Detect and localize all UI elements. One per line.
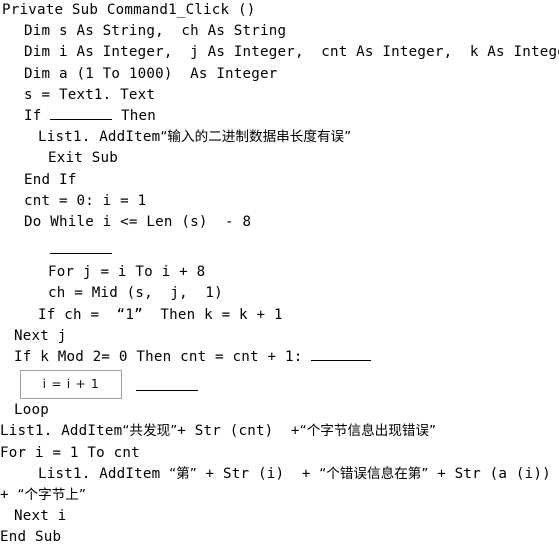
detail-string-2: “个错误信息在第” bbox=[319, 465, 429, 482]
additem-call: List1. AddItem bbox=[38, 129, 161, 146]
code-line-20: List1. AddItem“共发现”+ Str (cnt) +“个字节信息出现… bbox=[0, 421, 559, 442]
detail-string-1: “第” bbox=[169, 465, 197, 482]
code-line-12-blank bbox=[0, 241, 559, 262]
detail-concat-3: + bbox=[0, 486, 18, 503]
code-line-18-answer-row: i = i + 1 bbox=[0, 368, 559, 400]
answer-box-increment[interactable]: i = i + 1 bbox=[20, 369, 122, 399]
code-line-24: Next i bbox=[14, 508, 67, 525]
code-line-1: Private Sub Command1_Click () bbox=[2, 2, 256, 18]
additem-call-detail: List1. AddItem bbox=[38, 465, 170, 482]
code-line-6: If Then bbox=[0, 106, 559, 127]
code-line-19: Loop bbox=[14, 402, 49, 419]
code-line-10: cnt = 0: i = 1 bbox=[24, 192, 147, 209]
code-line-23: + “个字节上” bbox=[0, 485, 559, 506]
code-line-2: Dim s As String, ch As String bbox=[24, 23, 287, 40]
code-line-9: End If bbox=[24, 171, 77, 188]
code-line-3: Dim i As Integer, j As Integer, cnt As I… bbox=[24, 44, 559, 61]
code-line-21: For i = 1 To cnt bbox=[0, 444, 140, 461]
code-listing: Private Sub Command1_Click () Dim s As S… bbox=[0, 0, 559, 545]
code-line-25: End Sub bbox=[0, 529, 62, 546]
code-line-11: Do While i <= Len (s) - 8 bbox=[24, 213, 252, 230]
code-line-13: For j = i To i + 8 bbox=[48, 264, 206, 281]
code-line-22: List1. AddItem “第” + Str (i) + “个错误信息在第”… bbox=[0, 464, 559, 485]
code-line-16: Next j bbox=[14, 327, 67, 344]
blank-after-answer-box[interactable] bbox=[136, 389, 198, 391]
code-line-8: Exit Sub bbox=[48, 150, 118, 167]
code-line-14: ch = Mid (s, j, 1) bbox=[48, 285, 223, 302]
blank-increment[interactable] bbox=[311, 348, 372, 361]
code-line-7: List1. AddItem“输入的二进制数据串长度有误” bbox=[0, 127, 559, 148]
blank-loop-body[interactable] bbox=[50, 242, 112, 255]
error-message-string: “输入的二进制数据串长度有误” bbox=[160, 129, 352, 146]
detail-concat-2: + Str (a (i)) bbox=[428, 465, 551, 482]
if-mod-statement: If k Mod 2= 0 Then cnt = cnt + 1: bbox=[14, 349, 312, 365]
additem-call-summary: List1. AddItem bbox=[0, 423, 123, 440]
summary-string-1: “共发现” bbox=[122, 423, 178, 440]
if-keyword: If bbox=[24, 107, 51, 124]
then-keyword: Then bbox=[112, 107, 156, 124]
detail-string-3: “个字节上” bbox=[17, 486, 86, 503]
code-line-17: If k Mod 2= 0 Then cnt = cnt + 1: bbox=[0, 347, 559, 368]
detail-concat-1: + Str (i) + bbox=[196, 465, 320, 482]
code-line-15: If ch = “1” Then k = k + 1 bbox=[38, 306, 283, 323]
code-line-4: Dim a (1 To 1000) As Integer bbox=[24, 65, 278, 82]
summary-concat: + Str (cnt) + bbox=[177, 423, 300, 440]
blank-condition[interactable] bbox=[50, 107, 113, 120]
summary-string-2: “个字节信息出现错误” bbox=[299, 423, 437, 440]
code-line-5: s = Text1. Text bbox=[24, 86, 156, 103]
